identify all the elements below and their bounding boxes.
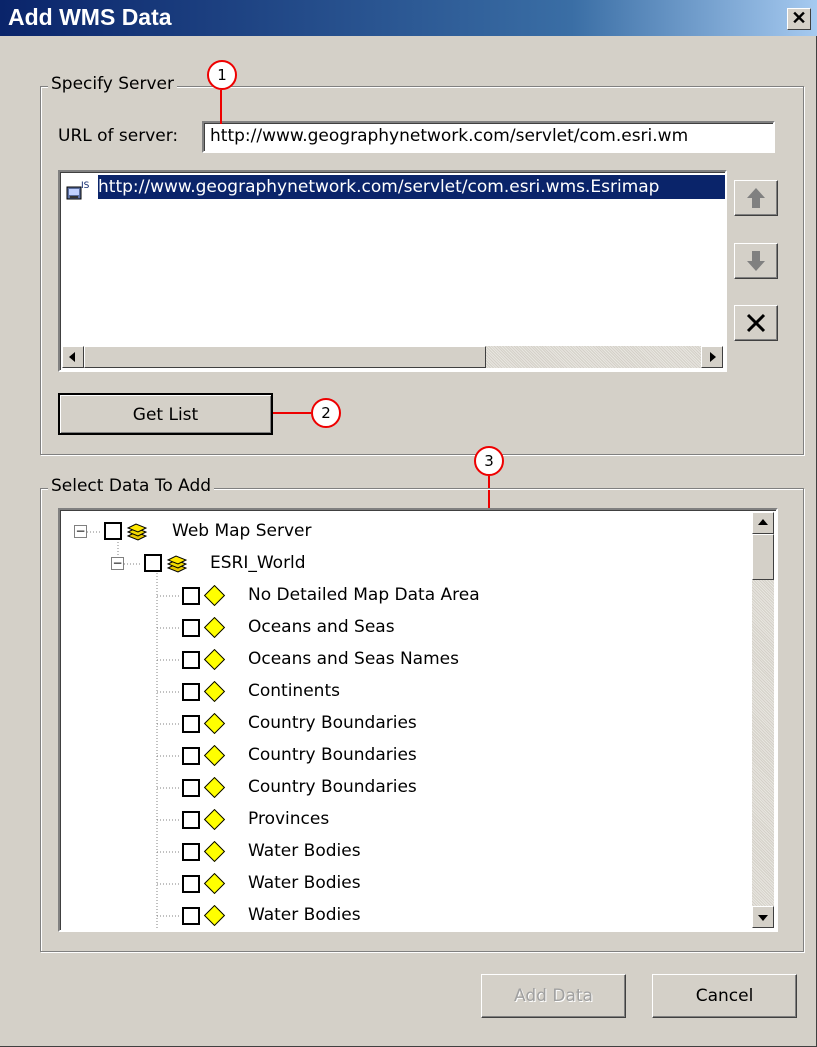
layer-diamond-icon xyxy=(203,840,226,863)
vscroll-thumb[interactable] xyxy=(752,534,774,580)
tree-node-label: Water Bodies xyxy=(248,905,361,925)
callout-1: 1 xyxy=(207,60,237,90)
arrow-up-small-icon xyxy=(758,519,768,525)
layer-checkbox[interactable] xyxy=(182,907,200,925)
collapse-toggle-icon[interactable]: − xyxy=(111,557,124,570)
add-wms-data-dialog: Add WMS Data ✕ Specify Server URL of ser… xyxy=(0,0,817,1047)
layer-diamond-icon xyxy=(203,904,226,927)
layer-diamond-icon xyxy=(203,744,226,767)
layer-diamond-icon xyxy=(203,680,226,703)
tree-node-layer[interactable]: Water Bodies xyxy=(60,868,720,898)
layer-checkbox[interactable] xyxy=(182,875,200,893)
vscroll-track[interactable] xyxy=(752,534,774,906)
tree-node-label: Country Boundaries xyxy=(248,777,417,797)
arrow-down-small-icon xyxy=(758,915,768,921)
layer-checkbox[interactable] xyxy=(182,843,200,861)
callout-3: 3 xyxy=(474,446,504,476)
layer-checkbox[interactable] xyxy=(144,554,162,572)
tree-node-label: Continents xyxy=(248,681,340,701)
group-layer-icon xyxy=(126,523,148,541)
layer-checkbox[interactable] xyxy=(182,619,200,637)
layer-checkbox[interactable] xyxy=(182,651,200,669)
tree-node-web-map-server[interactable]: − Web Map Server xyxy=(60,516,720,546)
layer-diamond-icon xyxy=(203,712,226,735)
layer-checkbox[interactable] xyxy=(182,587,200,605)
tree-node-layer[interactable]: Continents xyxy=(60,676,720,706)
layer-tree[interactable]: − Web Map Server − ESRI_World No Detaile… xyxy=(58,508,778,932)
layer-checkbox[interactable] xyxy=(182,811,200,829)
tree-node-layer[interactable]: Oceans and Seas Names xyxy=(60,644,720,674)
layer-diamond-icon xyxy=(203,648,226,671)
tree-node-layer[interactable]: Country Boundaries xyxy=(60,772,720,802)
tree-node-esri-world[interactable]: − ESRI_World xyxy=(60,548,720,578)
tree-node-layer[interactable]: Water Bodies xyxy=(60,836,720,866)
collapse-toggle-icon[interactable]: − xyxy=(74,525,87,538)
scroll-down-button[interactable] xyxy=(752,906,774,928)
tree-node-layer[interactable]: Water Bodies xyxy=(60,900,720,930)
group-layer-icon xyxy=(166,555,188,573)
tree-node-layer[interactable]: Country Boundaries xyxy=(60,740,720,770)
layer-checkbox[interactable] xyxy=(182,747,200,765)
tree-node-label: Water Bodies xyxy=(248,873,361,893)
tree-node-label: No Detailed Map Data Area xyxy=(248,585,480,605)
callout-2: 2 xyxy=(311,398,341,428)
layer-checkbox[interactable] xyxy=(182,779,200,797)
tree-node-label: Country Boundaries xyxy=(248,745,417,765)
tree-node-label: Provinces xyxy=(248,809,330,829)
add-data-button[interactable]: Add Data xyxy=(481,974,626,1018)
cancel-button[interactable]: Cancel xyxy=(652,974,797,1018)
tree-node-label: ESRI_World xyxy=(210,553,306,573)
layer-diamond-icon xyxy=(203,776,226,799)
layer-checkbox[interactable] xyxy=(182,715,200,733)
layer-diamond-icon xyxy=(203,584,226,607)
tree-node-label: Oceans and Seas Names xyxy=(248,649,459,669)
tree-node-layer[interactable]: Provinces xyxy=(60,804,720,834)
scroll-up-button[interactable] xyxy=(752,512,774,534)
layer-diamond-icon xyxy=(203,808,226,831)
select-data-legend: Select Data To Add xyxy=(48,476,215,496)
layer-tree-vscrollbar[interactable] xyxy=(752,512,774,928)
layer-diamond-icon xyxy=(203,872,226,895)
layer-diamond-icon xyxy=(203,616,226,639)
tree-node-layer[interactable]: Country Boundaries xyxy=(60,708,720,738)
tree-node-label: Oceans and Seas xyxy=(248,617,395,637)
tree-node-label: Web Map Server xyxy=(172,521,312,541)
tree-node-label: Water Bodies xyxy=(248,841,361,861)
tree-node-label: Country Boundaries xyxy=(248,713,417,733)
tree-node-layer[interactable]: No Detailed Map Data Area xyxy=(60,580,720,610)
layer-checkbox[interactable] xyxy=(182,683,200,701)
layer-checkbox[interactable] xyxy=(104,522,122,540)
tree-node-layer[interactable]: Oceans and Seas xyxy=(60,612,720,642)
